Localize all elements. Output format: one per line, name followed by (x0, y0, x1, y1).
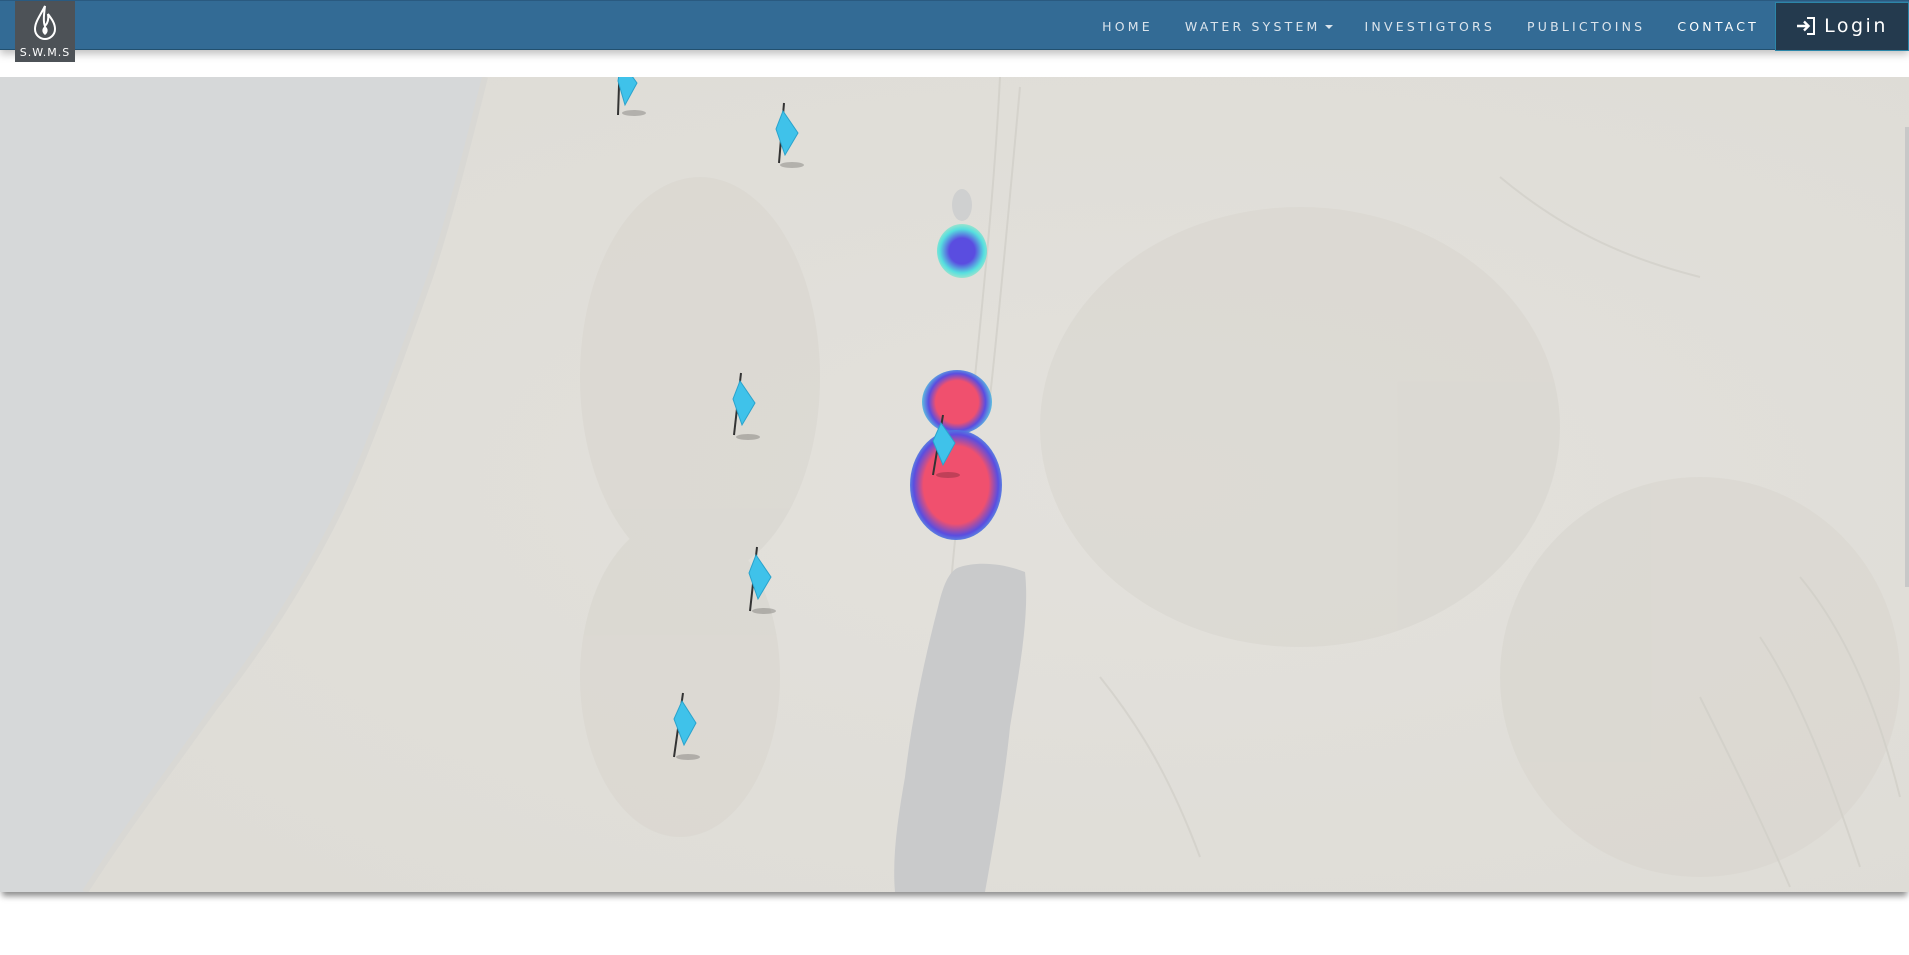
flag-marker-icon[interactable] (724, 371, 764, 441)
nav-publications[interactable]: PUBLICTOINS (1511, 19, 1661, 34)
nav-water-system-label: WATER SYSTEM (1184, 18, 1321, 34)
flag-marker-icon[interactable] (740, 545, 780, 615)
login-label: Login (1824, 15, 1888, 37)
map-scrollbar[interactable] (1905, 127, 1909, 587)
nav-menu: HOME WATER SYSTEM INVESTIGTORS PUBLICTOI… (1086, 1, 1909, 51)
flag-marker-icon[interactable] (664, 691, 704, 761)
login-button[interactable]: Login (1775, 1, 1909, 51)
flag-marker-icon[interactable] (924, 409, 964, 479)
flag-marker-icon[interactable] (768, 99, 808, 169)
logo-text: S.W.M.S (19, 46, 71, 59)
map-view[interactable] (0, 77, 1909, 892)
nav-contact[interactable]: CONTACT (1661, 19, 1775, 34)
site-logo[interactable]: S.W.M.S (15, 1, 75, 62)
chevron-down-icon (1324, 25, 1333, 29)
water-drop-icon (33, 5, 57, 41)
nav-water-system[interactable]: WATER SYSTEM (1169, 19, 1349, 34)
sign-in-icon (1797, 17, 1816, 35)
nav-home[interactable]: HOME (1086, 19, 1169, 34)
terrain-layer (0, 77, 1909, 892)
flag-marker-icon[interactable] (610, 77, 650, 117)
top-navbar: S.W.M.S HOME WATER SYSTEM INVESTIGTORS P… (0, 0, 1909, 62)
nav-investigators[interactable]: INVESTIGTORS (1349, 19, 1511, 34)
